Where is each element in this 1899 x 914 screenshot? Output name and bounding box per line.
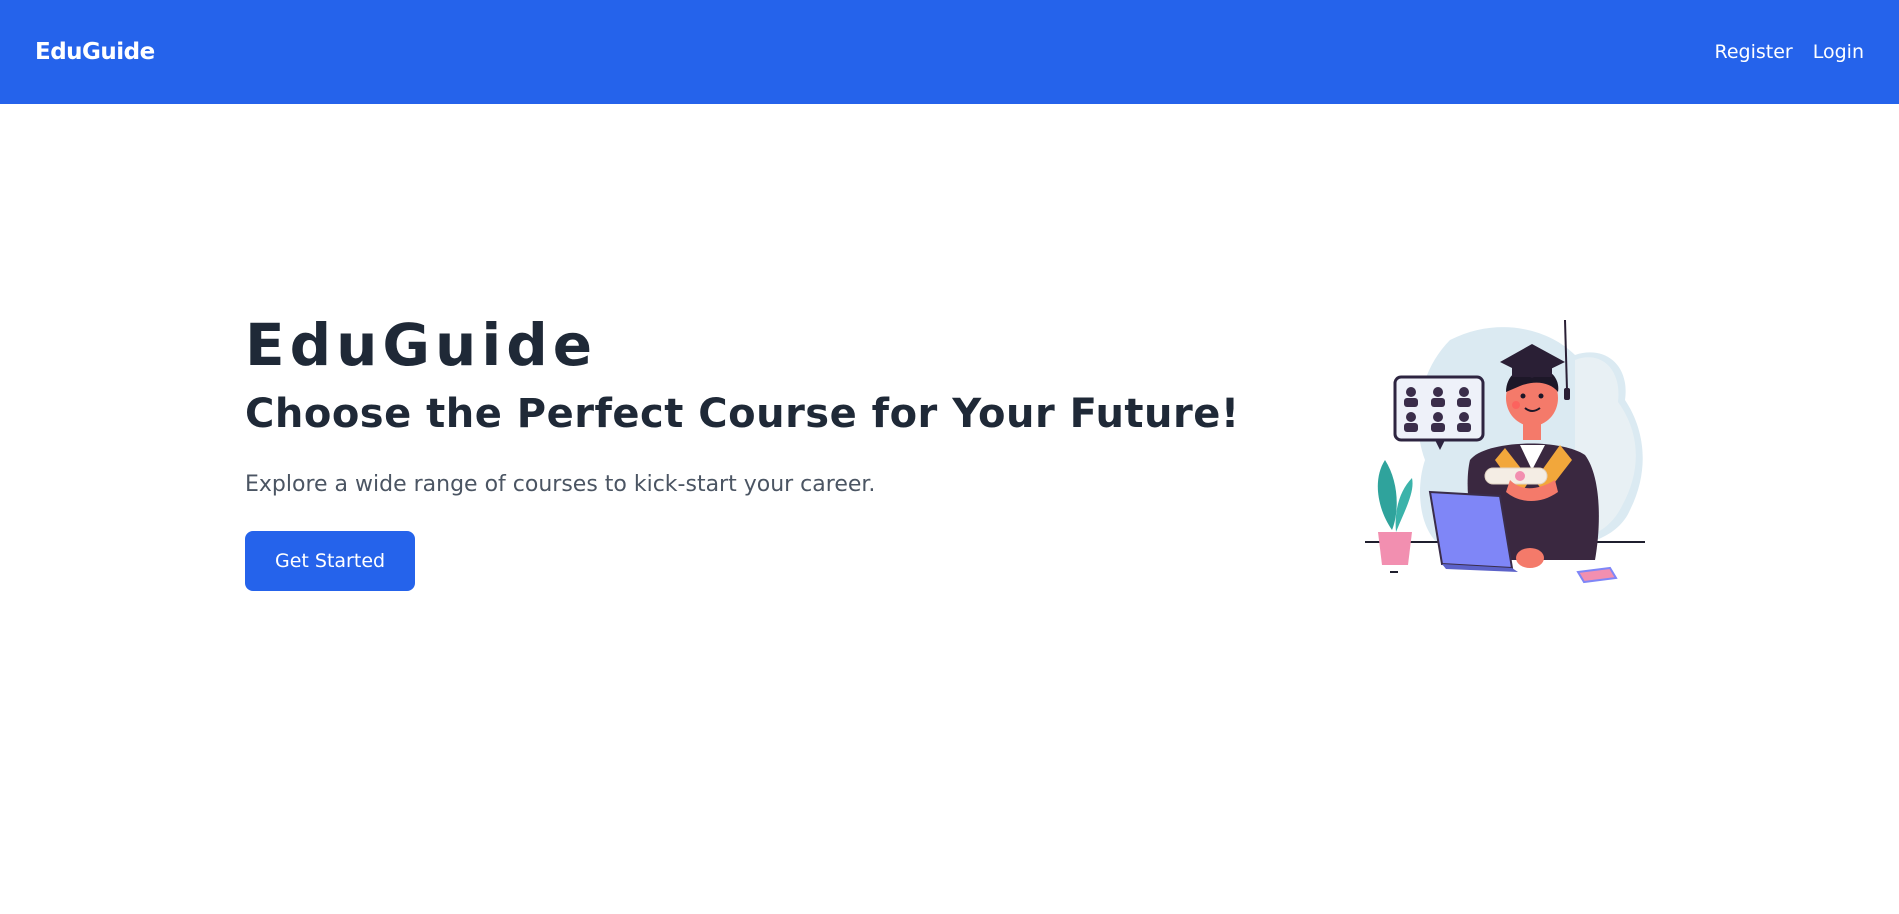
hero-subtitle: Choose the Perfect Course for Your Futur… [245, 391, 1240, 437]
login-link[interactable]: Login [1813, 41, 1864, 63]
brand-logo[interactable]: EduGuide [35, 39, 155, 65]
hero-description: Explore a wide range of courses to kick-… [245, 472, 876, 497]
register-link[interactable]: Register [1715, 41, 1793, 63]
get-started-button[interactable]: Get Started [245, 531, 416, 591]
navbar: EduGuide Register Login [0, 0, 1899, 104]
hero-section: EduGuide Choose the Perfect Course for Y… [245, 305, 1245, 591]
hero-title: EduGuide [245, 311, 598, 379]
graduate-student-laptop-illustration [1360, 319, 1660, 605]
nav-links: Register Login [1715, 41, 1865, 63]
